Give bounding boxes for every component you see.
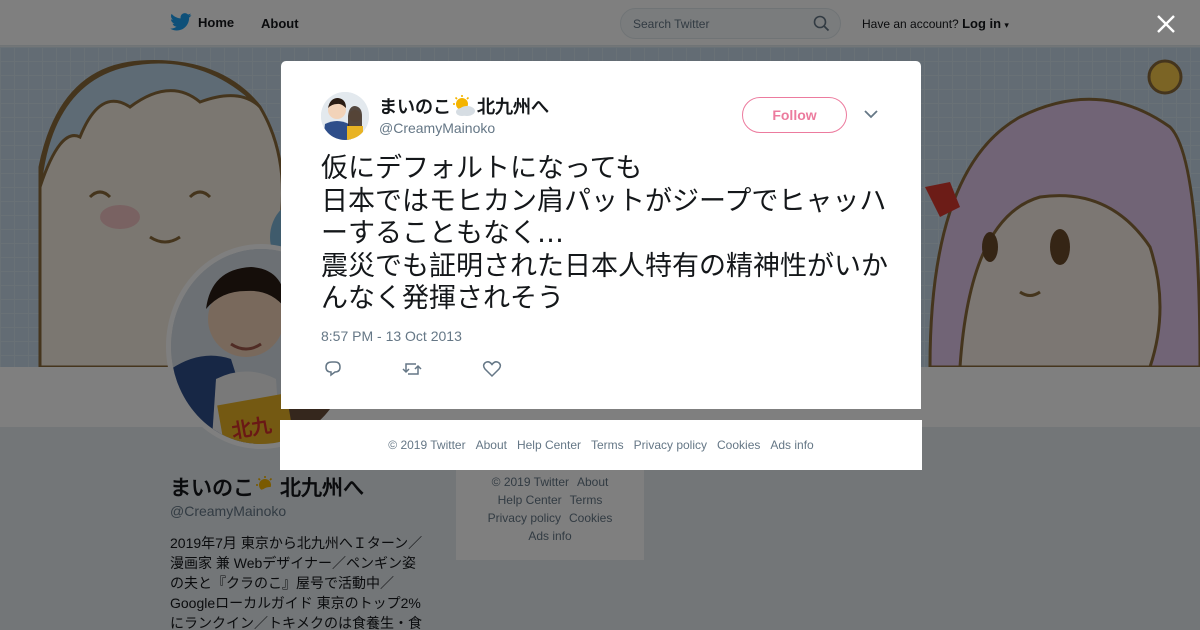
modal-footer-help-link[interactable]: Help Center (517, 438, 581, 452)
tweet-author-handle[interactable]: @CreamyMainoko (379, 120, 495, 136)
tweet-author-name-part2: 北九州へ (477, 97, 549, 117)
modal-footer-about-link[interactable]: About (476, 438, 507, 452)
heart-icon[interactable] (482, 360, 502, 378)
chevron-down-icon[interactable] (863, 108, 879, 120)
tweet-author-name-part1: まいのこ (379, 97, 451, 117)
modal-footer-cookies-link[interactable]: Cookies (717, 438, 760, 452)
tweet-author-name[interactable]: まいのこ 北九州へ (379, 93, 549, 119)
tweet-timestamp[interactable]: 8:57 PM - 13 Oct 2013 (321, 328, 462, 344)
sun-behind-cloud-icon (452, 95, 476, 117)
modal-footer-copyright: © 2019 Twitter (388, 438, 466, 452)
modal-footer: © 2019 Twitter About Help Center Terms P… (280, 420, 922, 470)
reply-icon[interactable] (323, 360, 343, 378)
tweet-permalink-card: まいのこ 北九州へ @CreamyMainoko Follow 仮にデフォルトに… (281, 61, 921, 409)
modal-footer-privacy-link[interactable]: Privacy policy (634, 438, 707, 452)
tweet-author-avatar[interactable] (321, 92, 369, 140)
tweet-text: 仮にデフォルトになっても 日本ではモヒカン肩パットがジープでヒャッハーすることも… (321, 153, 888, 314)
close-icon[interactable] (1155, 13, 1177, 35)
modal-footer-terms-link[interactable]: Terms (591, 438, 624, 452)
modal-footer-ads-link[interactable]: Ads info (770, 438, 813, 452)
retweet-icon[interactable] (402, 360, 422, 378)
follow-button[interactable]: Follow (742, 97, 847, 133)
